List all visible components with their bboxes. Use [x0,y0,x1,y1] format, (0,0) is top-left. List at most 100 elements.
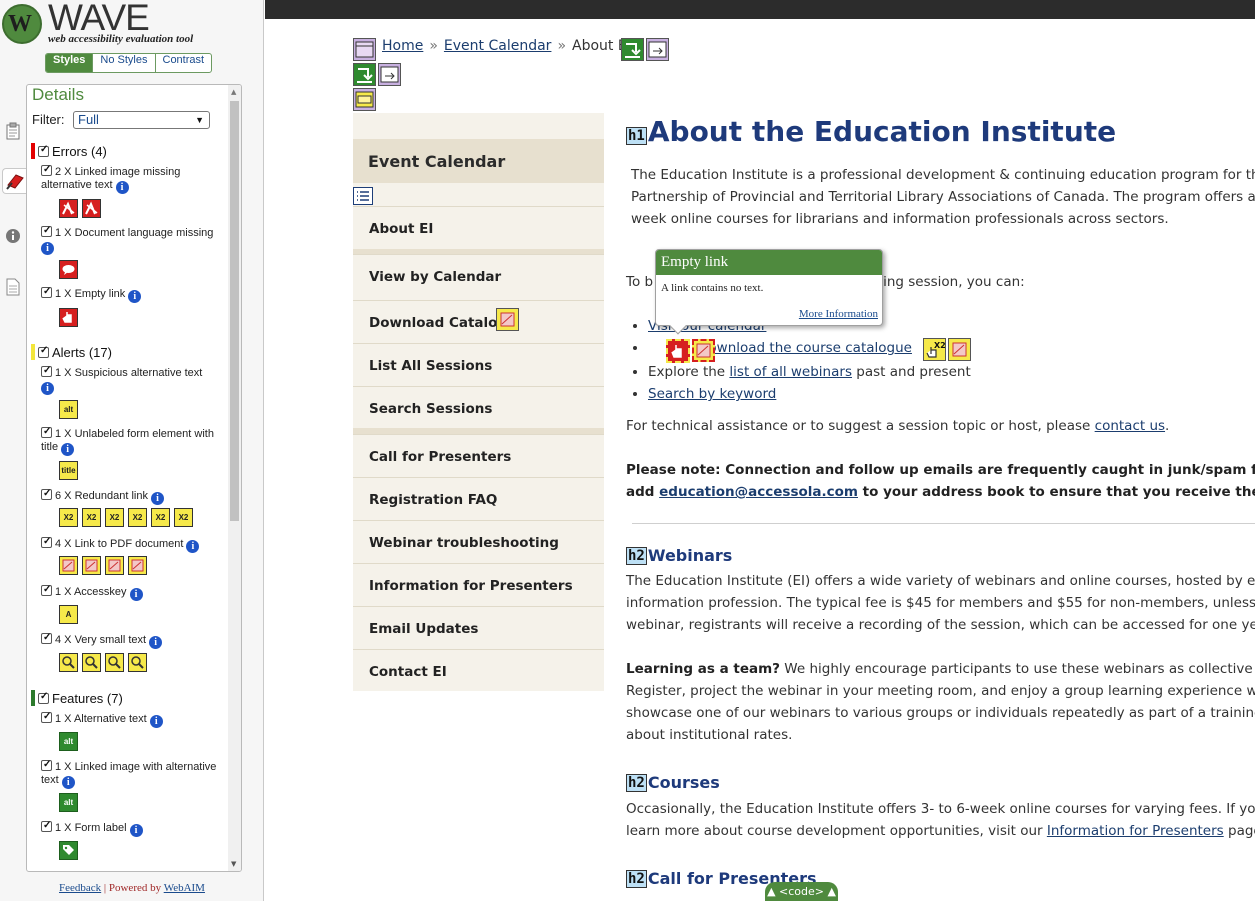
unlabeled-title-icon[interactable]: title [59,461,78,480]
alerts-checkbox[interactable] [38,345,49,358]
heading-level-badge[interactable]: h2 [626,774,647,792]
info-icon[interactable]: i [128,290,142,303]
tab-order-icon[interactable] [378,63,401,86]
nav-item-list-all-sessions[interactable]: List All Sessions [353,343,604,386]
breadcrumb-home[interactable]: Home [382,38,423,54]
heading-level-badge[interactable]: h1 [626,127,647,145]
nav-item-download-catalog[interactable]: Download Catalog [353,300,604,343]
item-checkbox[interactable] [41,819,52,832]
empty-link-hand-icon[interactable] [59,308,78,327]
features-category[interactable]: Features (7) [31,690,123,706]
item-checkbox[interactable] [41,631,52,644]
redundant-link-icon[interactable]: X2 [59,508,78,527]
item-link-to-pdf[interactable]: 4 X Link to PDF documenti [41,535,221,553]
details-scrollbar[interactable]: ▲ ▼ [228,85,241,871]
item-document-language-missing[interactable]: 1 X Document language missingi [41,224,221,255]
errors-category[interactable]: Errors (4) [31,143,107,159]
redundant-link-icon[interactable]: X2 [174,508,193,527]
item-suspicious-alt-text[interactable]: 1 X Suspicious alternative texti [41,364,221,395]
pdf-link-icon[interactable] [59,556,78,575]
breadcrumb-event-calendar[interactable]: Event Calendar [444,38,552,54]
nav-item-search-sessions[interactable]: Search Sessions [353,386,604,429]
region-icon[interactable] [353,38,376,61]
alerts-category[interactable]: Alerts (17) [31,344,112,360]
nav-item-contact-ei[interactable]: Contact EI [353,649,604,692]
info-icon[interactable]: i [149,715,163,728]
item-checkbox[interactable] [41,710,52,723]
form-label-tag-icon[interactable] [59,841,78,860]
info-icon[interactable]: i [61,776,75,789]
item-unlabeled-form-element[interactable]: 1 X Unlabeled form element with titlei [41,425,221,456]
small-text-magnifier-icon[interactable] [128,653,147,672]
pdf-link-icon[interactable] [948,338,971,361]
item-redundant-link[interactable]: 6 X Redundant linki [41,487,221,505]
errors-checkbox[interactable] [38,144,49,157]
pdf-link-icon[interactable] [128,556,147,575]
item-alternative-text[interactable]: 1 X Alternative texti [41,710,221,728]
skip-link-target-icon[interactable] [353,63,376,86]
nav-item-about-ei[interactable]: About EI [353,206,604,249]
item-empty-link[interactable]: 1 X Empty linki [41,285,221,303]
small-text-magnifier-icon[interactable] [82,653,101,672]
item-form-label[interactable]: 1 X Form labeli [41,819,221,837]
item-very-small-text[interactable]: 4 X Very small texti [41,631,221,649]
email-link[interactable]: education@accessola.com [659,484,858,500]
info-icon[interactable]: i [150,492,164,505]
item-checkbox[interactable] [41,583,52,596]
documentation-tab-info-icon[interactable] [5,228,21,246]
info-icon[interactable]: i [61,443,75,456]
small-text-magnifier-icon[interactable] [59,653,78,672]
more-information-link[interactable]: More Information [799,308,878,320]
small-text-magnifier-icon[interactable] [105,653,124,672]
scroll-down-arrow-icon[interactable]: ▼ [231,860,236,868]
search-by-keyword-link[interactable]: Search by keyword [648,386,776,402]
info-icon[interactable]: i [115,181,129,194]
heading-level-badge[interactable]: h2 [626,870,647,888]
code-panel-toggle[interactable]: ▲ <code> ▲ [765,882,838,901]
tab-order-icon[interactable] [646,38,669,61]
summary-tab-clipboard-icon[interactable] [5,122,21,140]
item-checkbox[interactable] [41,487,52,500]
nav-item-webinar-troubleshooting[interactable]: Webinar troubleshooting [353,520,604,563]
pdf-link-icon[interactable] [105,556,124,575]
heading-level-badge[interactable]: h2 [626,547,647,565]
contrast-mode-button[interactable]: Contrast [154,54,212,72]
info-icon[interactable]: i [129,824,143,837]
feedback-link[interactable]: Feedback [59,882,101,894]
wave-logo[interactable]: WAVE web accessibility evaluation tool [2,0,252,48]
item-checkbox[interactable] [41,758,52,771]
empty-link-error-icon[interactable] [666,339,690,363]
alternative-text-icon[interactable]: alt [59,732,78,751]
suspicious-alt-icon[interactable]: alt [59,400,78,419]
info-icon[interactable]: i [149,636,163,649]
no-styles-mode-button[interactable]: No Styles [92,54,154,72]
linked-image-missing-alt-icon[interactable] [82,199,101,218]
item-checkbox[interactable] [41,285,52,298]
information-for-presenters-link[interactable]: Information for Presenters [1047,823,1224,839]
nav-item-call-for-presenters[interactable]: Call for Presenters [353,434,604,477]
item-linked-image-missing-alt[interactable]: 2 X Linked image missing alternative tex… [41,163,221,194]
item-linked-image-with-alt[interactable]: 1 X Linked image with alternative texti [41,758,221,789]
redundant-link-icon[interactable]: X2 [105,508,124,527]
accesskey-icon[interactable]: A [59,605,78,624]
info-icon[interactable]: i [186,540,200,553]
redundant-link-icon[interactable]: X2 [923,338,946,361]
skip-link-icon[interactable] [621,38,644,61]
pdf-link-icon[interactable] [82,556,101,575]
features-checkbox[interactable] [38,691,49,704]
scroll-up-arrow-icon[interactable]: ▲ [231,88,236,96]
item-checkbox[interactable] [41,425,52,438]
styles-mode-button[interactable]: Styles [46,54,93,72]
list-of-webinars-link[interactable]: list of all webinars [729,364,852,380]
download-catalogue-link[interactable]: Download the course catalogue [698,340,912,356]
redundant-link-icon[interactable]: X2 [82,508,101,527]
nav-item-registration-faq[interactable]: Registration FAQ [353,477,604,520]
list-icon[interactable] [353,187,373,205]
linked-image-missing-alt-icon[interactable] [59,199,78,218]
language-missing-speech-bubble-icon[interactable] [59,260,78,279]
webaim-link[interactable]: WebAIM [164,882,205,894]
item-checkbox[interactable] [41,535,52,548]
redundant-link-icon[interactable]: X2 [151,508,170,527]
info-icon[interactable]: i [41,242,54,255]
details-tab-flag-icon[interactable] [2,168,28,194]
